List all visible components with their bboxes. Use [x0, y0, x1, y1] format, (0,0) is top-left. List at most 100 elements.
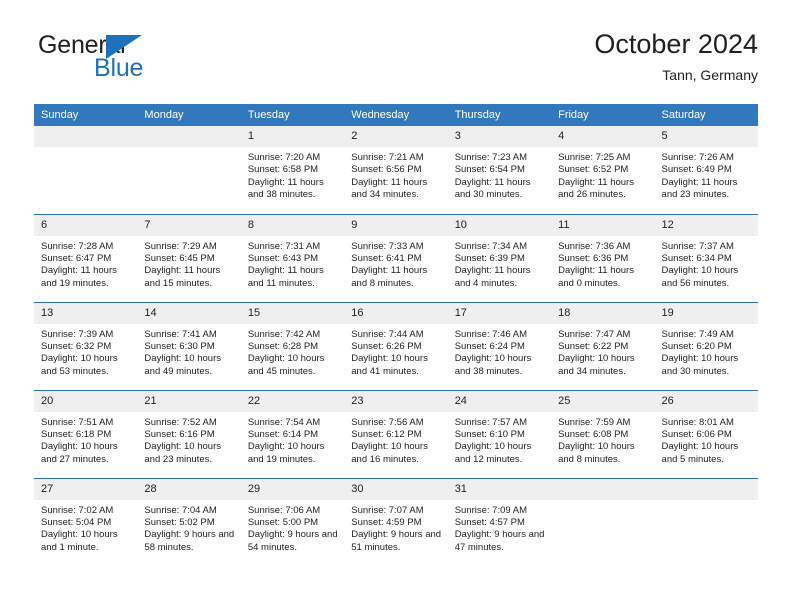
calendar-day-cell[interactable]: 10 Sunrise: 7:34 AM Sunset: 6:39 PM Dayligh…	[447, 213, 552, 302]
calendar-day-cell[interactable]: 17 Sunrise: 7:46 AM Sunset: 6:24 PM Dayligh…	[447, 301, 552, 390]
sunrise-sunset-calendar: Sunday Monday Tuesday Wednesday Thursday Frid…	[34, 104, 758, 566]
calendar-day-cell[interactable]: 18 Sunrise: 7:47 AM Sunset: 6:22 PM Dayligh…	[551, 301, 655, 390]
calendar-day-cell[interactable]: 22 Sunrise: 7:54 AM Sunset: 6:14 PM Dayligh…	[240, 389, 345, 478]
sunset-time: Sunset: 6:08 PM	[558, 428, 629, 440]
daylight-duration: Daylight: 11 hours and 34 minutes.	[351, 176, 428, 201]
calendar-day-cell[interactable]: 2 Sunrise: 7:21 AM Sunset: 6:56 PM Daylight…	[344, 126, 448, 214]
calendar-page: General Blue October 2024 Tann, Germany …	[0, 0, 792, 612]
calendar-day-cell[interactable]: 24 Sunrise: 7:57 AM Sunset: 6:10 PM Dayligh…	[447, 389, 552, 478]
sunrise-time: Sunrise: 7:47 AM	[558, 328, 631, 340]
calendar-day-cell[interactable]: 21 Sunrise: 7:52 AM Sunset: 6:16 PM Dayligh…	[137, 389, 241, 478]
calendar-week-row: 13 Sunrise: 7:39 AM Sunset: 6:32 PM Dayligh…	[34, 301, 758, 390]
sunset-time: Sunset: 6:41 PM	[351, 252, 422, 264]
calendar-day-cell[interactable]: 7 Sunrise: 7:29 AM Sunset: 6:45 PM Daylight…	[137, 213, 241, 302]
calendar-day-cell[interactable]: 12 Sunrise: 7:37 AM Sunset: 6:34 PM Dayligh…	[654, 213, 758, 302]
calendar-day-cell[interactable]: 9 Sunrise: 7:33 AM Sunset: 6:41 PM Daylight…	[344, 213, 448, 302]
calendar-day-cell[interactable]: 19 Sunrise: 7:49 AM Sunset: 6:20 PM Dayligh…	[654, 301, 758, 390]
day-details: Sunrise: 7:33 AM Sunset: 6:41 PM Daylight:…	[344, 236, 447, 291]
sunset-time: Sunset: 6:36 PM	[558, 252, 629, 264]
calendar-day-cell[interactable]: 14 Sunrise: 7:41 AM Sunset: 6:30 PM Dayligh…	[137, 301, 241, 390]
day-number: 5	[654, 126, 758, 147]
logo-text-blue: Blue	[94, 54, 144, 82]
calendar-day-cell[interactable]: 20 Sunrise: 7:51 AM Sunset: 6:18 PM Dayligh…	[34, 389, 138, 478]
day-details: Sunrise: 7:02 AM Sunset: 5:04 PM Daylight:…	[34, 500, 137, 555]
daylight-duration: Daylight: 9 hours and 54 minutes.	[247, 529, 338, 553]
daylight-duration: Daylight: 11 hours and 23 minutes.	[661, 176, 738, 201]
weekday-header-friday: Friday	[551, 104, 655, 126]
calendar-day-cell[interactable]: 3 Sunrise: 7:23 AM Sunset: 6:54 PM Daylight…	[447, 126, 552, 214]
calendar-day-cell[interactable]: 4 Sunrise: 7:25 AM Sunset: 6:52 PM Daylight…	[551, 126, 655, 214]
calendar-day-cell[interactable]: 28 Sunrise: 7:04 AM Sunset: 5:02 PM Dayligh…	[137, 477, 241, 566]
day-number: 20	[34, 390, 138, 412]
sunset-time: Sunset: 6:34 PM	[661, 252, 732, 264]
daylight-duration: Daylight: 11 hours and 4 minutes.	[454, 265, 531, 289]
day-number: 27	[34, 478, 138, 500]
sunset-time: Sunset: 6:24 PM	[454, 340, 525, 352]
day-details: Sunrise: 7:47 AM Sunset: 6:22 PM Daylight:…	[551, 324, 654, 379]
day-details: Sunrise: 7:09 AM Sunset: 4:57 PM Daylight:…	[448, 500, 551, 555]
day-number: 18	[551, 302, 655, 324]
calendar-week-row: 1 Sunrise: 7:20 AM Sunset: 6:58 PM Daylight…	[34, 126, 758, 214]
calendar-day-cell[interactable]: 16 Sunrise: 7:44 AM Sunset: 6:26 PM Dayligh…	[344, 301, 448, 390]
day-number: 31	[447, 478, 552, 500]
day-number	[34, 126, 138, 147]
day-number: 12	[654, 214, 758, 236]
sunset-time: Sunset: 6:58 PM	[247, 164, 319, 176]
calendar-day-cell[interactable]: 27 Sunrise: 7:02 AM Sunset: 5:04 PM Dayligh…	[34, 477, 138, 566]
day-number: 25	[551, 390, 655, 412]
daylight-duration: Daylight: 10 hours and 16 minutes.	[351, 441, 428, 465]
daylight-duration: Daylight: 10 hours and 34 minutes.	[558, 353, 635, 377]
calendar-day-cell[interactable]: 8 Sunrise: 7:31 AM Sunset: 6:43 PM Daylight…	[240, 213, 345, 302]
daylight-duration: Daylight: 10 hours and 38 minutes.	[454, 353, 532, 377]
calendar-day-cell[interactable]: 29 Sunrise: 7:06 AM Sunset: 5:00 PM Dayligh…	[240, 477, 345, 566]
day-details: Sunrise: 8:01 AM Sunset: 6:06 PM Daylight:…	[655, 412, 758, 467]
day-number: 6	[34, 214, 138, 236]
calendar-day-cell[interactable]: 26 Sunrise: 8:01 AM Sunset: 6:06 PM Dayligh…	[654, 389, 758, 478]
sunset-time: Sunset: 6:52 PM	[558, 164, 629, 176]
calendar-day-cell[interactable]: 30 Sunrise: 7:07 AM Sunset: 4:59 PM Dayligh…	[344, 477, 448, 566]
calendar-empty-cell	[551, 477, 655, 566]
general-blue-logo: General Blue	[38, 32, 238, 90]
calendar-day-cell[interactable]: 25 Sunrise: 7:59 AM Sunset: 6:08 PM Dayligh…	[551, 389, 655, 478]
sunrise-time: Sunrise: 7:52 AM	[144, 416, 217, 428]
day-number: 15	[240, 302, 345, 324]
calendar-day-cell[interactable]: 6 Sunrise: 7:28 AM Sunset: 6:47 PM Daylight…	[34, 213, 138, 302]
sunset-time: Sunset: 6:43 PM	[247, 252, 319, 264]
day-details: Sunrise: 7:44 AM Sunset: 6:26 PM Daylight:…	[344, 324, 447, 379]
daylight-duration: Daylight: 9 hours and 51 minutes.	[351, 529, 442, 553]
page-header: General Blue October 2024 Tann, Germany	[34, 28, 758, 96]
sunset-time: Sunset: 6:47 PM	[41, 252, 112, 264]
day-number: 13	[34, 302, 138, 324]
daylight-duration: Daylight: 11 hours and 8 minutes.	[351, 265, 428, 289]
day-details: Sunrise: 7:06 AM Sunset: 5:00 PM Daylight:…	[241, 500, 344, 555]
sunset-time: Sunset: 4:57 PM	[454, 516, 525, 528]
calendar-day-cell[interactable]: 31 Sunrise: 7:09 AM Sunset: 4:57 PM Dayligh…	[447, 477, 552, 566]
calendar-day-cell[interactable]: 5 Sunrise: 7:26 AM Sunset: 6:49 PM Daylight…	[654, 126, 758, 214]
sunrise-time: Sunrise: 7:54 AM	[247, 416, 321, 428]
day-details: Sunrise: 7:54 AM Sunset: 6:14 PM Daylight:…	[241, 412, 344, 467]
sunrise-time: Sunrise: 7:21 AM	[351, 152, 424, 163]
day-details: Sunrise: 7:59 AM Sunset: 6:08 PM Daylight:…	[551, 412, 654, 467]
day-details: Sunrise: 7:29 AM Sunset: 6:45 PM Daylight:…	[137, 236, 240, 291]
sunrise-time: Sunrise: 8:01 AM	[661, 416, 734, 428]
calendar-day-cell[interactable]: 1 Sunrise: 7:20 AM Sunset: 6:58 PM Daylight…	[240, 126, 345, 214]
day-number: 1	[240, 126, 345, 147]
daylight-duration: Daylight: 10 hours and 41 minutes.	[351, 353, 428, 377]
sunrise-time: Sunrise: 7:25 AM	[558, 152, 631, 163]
day-number: 23	[344, 390, 448, 412]
day-details: Sunrise: 7:41 AM Sunset: 6:30 PM Daylight:…	[137, 324, 240, 379]
calendar-day-cell[interactable]: 11 Sunrise: 7:36 AM Sunset: 6:36 PM Dayligh…	[551, 213, 655, 302]
daylight-duration: Daylight: 10 hours and 12 minutes.	[454, 441, 532, 465]
day-number: 9	[344, 214, 448, 236]
calendar-week-row: 6 Sunrise: 7:28 AM Sunset: 6:47 PM Daylight…	[34, 213, 758, 302]
calendar-day-cell[interactable]: 15 Sunrise: 7:42 AM Sunset: 6:28 PM Dayligh…	[240, 301, 345, 390]
calendar-day-cell[interactable]: 23 Sunrise: 7:56 AM Sunset: 6:12 PM Dayligh…	[344, 389, 448, 478]
daylight-duration: Daylight: 10 hours and 8 minutes.	[558, 441, 635, 465]
sunrise-time: Sunrise: 7:06 AM	[247, 504, 321, 516]
sunset-time: Sunset: 4:59 PM	[351, 516, 422, 528]
day-details: Sunrise: 7:51 AM Sunset: 6:18 PM Daylight:…	[34, 412, 137, 467]
day-number: 28	[137, 478, 241, 500]
sunset-time: Sunset: 6:49 PM	[661, 164, 732, 176]
day-details: Sunrise: 7:49 AM Sunset: 6:20 PM Daylight:…	[655, 324, 758, 379]
calendar-day-cell[interactable]: 13 Sunrise: 7:39 AM Sunset: 6:32 PM Dayligh…	[34, 301, 138, 390]
